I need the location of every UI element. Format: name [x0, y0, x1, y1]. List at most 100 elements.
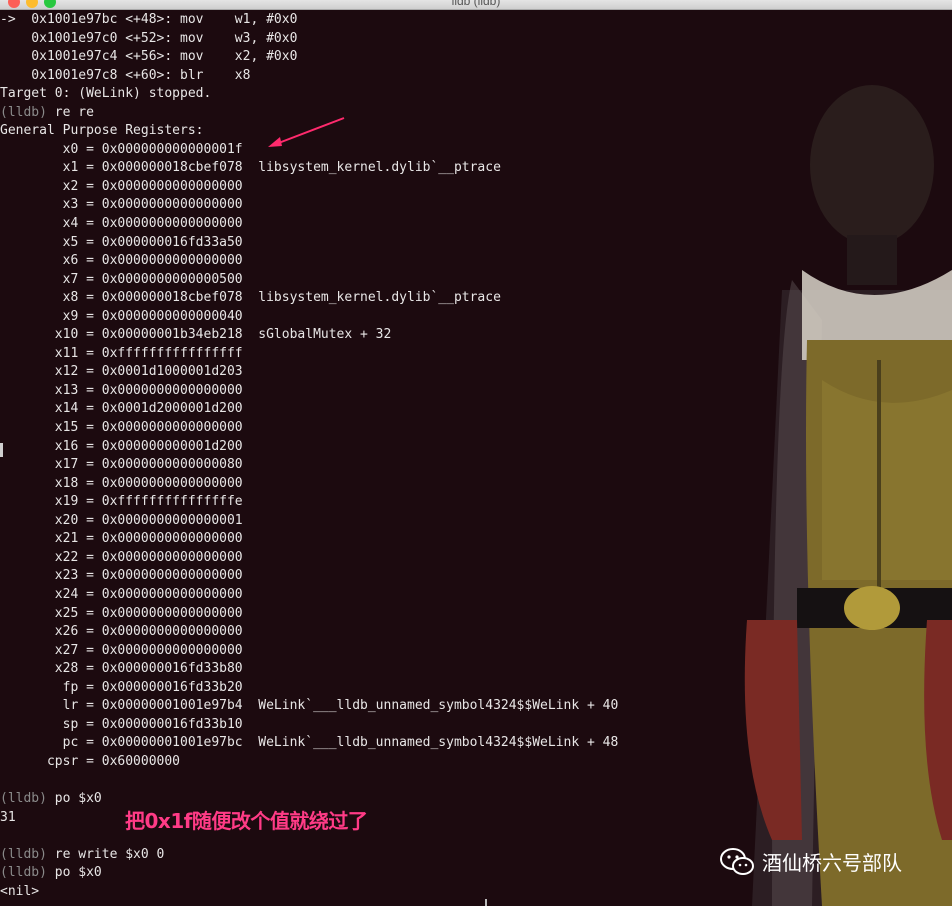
terminal-line-text: x2 = 0x0000000000000000: [0, 178, 243, 194]
terminal-line-text: pc = 0x00000001001e97bc WeLink`___lldb_u…: [0, 735, 619, 751]
terminal-line-text: Target 0: (WeLink) stopped.: [0, 86, 212, 102]
terminal-line: x23 = 0x0000000000000000: [0, 567, 952, 586]
window-title: lldb (lldb): [451, 0, 501, 8]
watermark-text: 酒仙桥六号部队: [762, 851, 902, 875]
terminal-line: x13 = 0x0000000000000000: [0, 382, 952, 401]
lldb-prompt: (lldb): [0, 865, 47, 881]
terminal-line-text: cpsr = 0x60000000: [0, 753, 181, 769]
terminal-line-text: x5 = 0x000000016fd33a50: [0, 234, 243, 250]
terminal-line: x0 = 0x000000000000001f: [0, 141, 952, 160]
terminal-line: <nil>: [0, 883, 952, 902]
terminal-line: x3 = 0x0000000000000000: [0, 196, 952, 215]
annotation-label: 把0x1f随便改个值就绕过了: [125, 809, 368, 833]
terminal-line-text: x11 = 0xffffffffffffffff: [0, 345, 243, 361]
terminal-line: Target 0: (WeLink) stopped.: [0, 85, 952, 104]
lldb-prompt: (lldb): [0, 790, 47, 806]
terminal-line: x19 = 0xfffffffffffffffe: [0, 493, 952, 512]
terminal-line: x28 = 0x000000016fd33b80: [0, 660, 952, 679]
terminal-line: x25 = 0x0000000000000000: [0, 605, 952, 624]
terminal-line: General Purpose Registers:: [0, 122, 952, 141]
terminal-line-text: x9 = 0x0000000000000040: [0, 308, 243, 324]
terminal-line-text: x16 = 0x000000000001d200: [0, 438, 243, 454]
terminal-line: x2 = 0x0000000000000000: [0, 178, 952, 197]
terminal-line-text: General Purpose Registers:: [0, 123, 204, 139]
terminal-line: 0x1001e97c4 <+56>: mov x2, #0x0: [0, 48, 952, 67]
terminal-line: x7 = 0x0000000000000500: [0, 271, 952, 290]
terminal-line-text: x17 = 0x0000000000000080: [0, 457, 243, 473]
scroll-marker: [0, 443, 3, 457]
terminal-line-text: x14 = 0x0001d2000001d200: [0, 401, 243, 417]
terminal-line-text: x0 = 0x000000000000001f: [0, 141, 243, 157]
terminal-line: x10 = 0x00000001b34eb218 sGlobalMutex + …: [0, 326, 952, 345]
terminal-line-text: x19 = 0xfffffffffffffffe: [0, 494, 243, 510]
terminal-line: x21 = 0x0000000000000000: [0, 530, 952, 549]
terminal-line: fp = 0x000000016fd33b20: [0, 679, 952, 698]
terminal-line: x12 = 0x0001d1000001d203: [0, 363, 952, 382]
terminal-line: x16 = 0x000000000001d200: [0, 438, 952, 457]
terminal-line: 0x1001e97c8 <+60>: blr x8: [0, 67, 952, 86]
terminal-line-text: x6 = 0x0000000000000000: [0, 253, 243, 269]
terminal-line-text: re write $x0 0: [46, 846, 165, 862]
terminal-line-text: x25 = 0x0000000000000000: [0, 605, 243, 621]
terminal-line-text: 0x1001e97c0 <+52>: mov w3, #0x0: [0, 30, 298, 46]
terminal-line: x24 = 0x0000000000000000: [0, 586, 952, 605]
terminal-line: x15 = 0x0000000000000000: [0, 419, 952, 438]
terminal-line: x8 = 0x000000018cbef078 libsystem_kernel…: [0, 289, 952, 308]
terminal-line: -> 0x1001e97bc <+48>: mov w1, #0x0: [0, 11, 952, 30]
terminal-line-text: po $x0: [46, 865, 102, 881]
terminal-output: -> 0x1001e97bc <+48>: mov w1, #0x0 0x100…: [0, 11, 952, 901]
terminal-line-text: po $x0: [46, 790, 102, 806]
terminal-line: x11 = 0xffffffffffffffff: [0, 345, 952, 364]
terminal-line-text: <nil>: [0, 883, 40, 899]
terminal-line-text: 0x1001e97c8 <+60>: blr x8: [0, 67, 251, 83]
terminal-line: lr = 0x00000001001e97b4 WeLink`___lldb_u…: [0, 697, 952, 716]
terminal-line: x27 = 0x0000000000000000: [0, 642, 952, 661]
terminal-line-text: x22 = 0x0000000000000000: [0, 549, 243, 565]
cursor-marker: [485, 899, 487, 906]
terminal-line-text: x13 = 0x0000000000000000: [0, 382, 243, 398]
terminal-line-text: lr = 0x00000001001e97b4 WeLink`___lldb_u…: [0, 698, 619, 714]
terminal-line-text: x1 = 0x000000018cbef078 libsystem_kernel…: [0, 160, 501, 176]
watermark: 酒仙桥六号部队: [720, 847, 902, 876]
terminal-line: x26 = 0x0000000000000000: [0, 623, 952, 642]
terminal-line: x20 = 0x0000000000000001: [0, 512, 952, 531]
terminal-line: x6 = 0x0000000000000000: [0, 252, 952, 271]
terminal-line-text: x15 = 0x0000000000000000: [0, 420, 243, 436]
wechat-icon: [720, 847, 754, 875]
terminal-line-text: -> 0x1001e97bc <+48>: mov w1, #0x0: [0, 12, 298, 27]
terminal-line-text: re re: [46, 104, 94, 120]
terminal-line: (lldb) re re: [0, 104, 952, 123]
terminal-line: x5 = 0x000000016fd33a50: [0, 234, 952, 253]
terminal-line-text: 31: [0, 809, 16, 825]
terminal-window: lldb (lldb) -> 0x1001e97bc <+48>: mov w1…: [0, 0, 952, 906]
terminal-line-text: x7 = 0x0000000000000500: [0, 271, 243, 287]
terminal-line-text: x3 = 0x0000000000000000: [0, 197, 243, 213]
terminal-line: x22 = 0x0000000000000000: [0, 549, 952, 568]
terminal-line-text: x21 = 0x0000000000000000: [0, 531, 243, 547]
terminal-line-text: x20 = 0x0000000000000001: [0, 512, 243, 528]
terminal-line-text: x28 = 0x000000016fd33b80: [0, 661, 243, 677]
lldb-prompt: (lldb): [0, 104, 47, 120]
terminal-line-text: x4 = 0x0000000000000000: [0, 216, 243, 232]
terminal-line-text: 0x1001e97c4 <+56>: mov x2, #0x0: [0, 49, 298, 65]
terminal-line-text: x24 = 0x0000000000000000: [0, 586, 243, 602]
terminal-line: 0x1001e97c0 <+52>: mov w3, #0x0: [0, 30, 952, 49]
terminal-line: x14 = 0x0001d2000001d200: [0, 400, 952, 419]
terminal-line: x17 = 0x0000000000000080: [0, 456, 952, 475]
terminal-line-text: x10 = 0x00000001b34eb218 sGlobalMutex + …: [0, 327, 392, 343]
terminal-line-text: x12 = 0x0001d1000001d203: [0, 364, 243, 380]
terminal-line: x1 = 0x000000018cbef078 libsystem_kernel…: [0, 159, 952, 178]
terminal-line-text: x18 = 0x0000000000000000: [0, 475, 243, 491]
lldb-prompt: (lldb): [0, 846, 47, 862]
terminal-line: pc = 0x00000001001e97bc WeLink`___lldb_u…: [0, 734, 952, 753]
terminal-line: x9 = 0x0000000000000040: [0, 308, 952, 327]
annotation-arrow: [268, 117, 345, 147]
terminal-line-text: x26 = 0x0000000000000000: [0, 624, 243, 640]
terminal-line-text: sp = 0x000000016fd33b10: [0, 716, 243, 732]
terminal-line-text: x27 = 0x0000000000000000: [0, 642, 243, 658]
terminal-line-text: fp = 0x000000016fd33b20: [0, 679, 243, 695]
terminal-line: cpsr = 0x60000000: [0, 753, 952, 772]
terminal-line-text: x23 = 0x0000000000000000: [0, 568, 243, 584]
title-bar: lldb (lldb): [0, 0, 952, 10]
